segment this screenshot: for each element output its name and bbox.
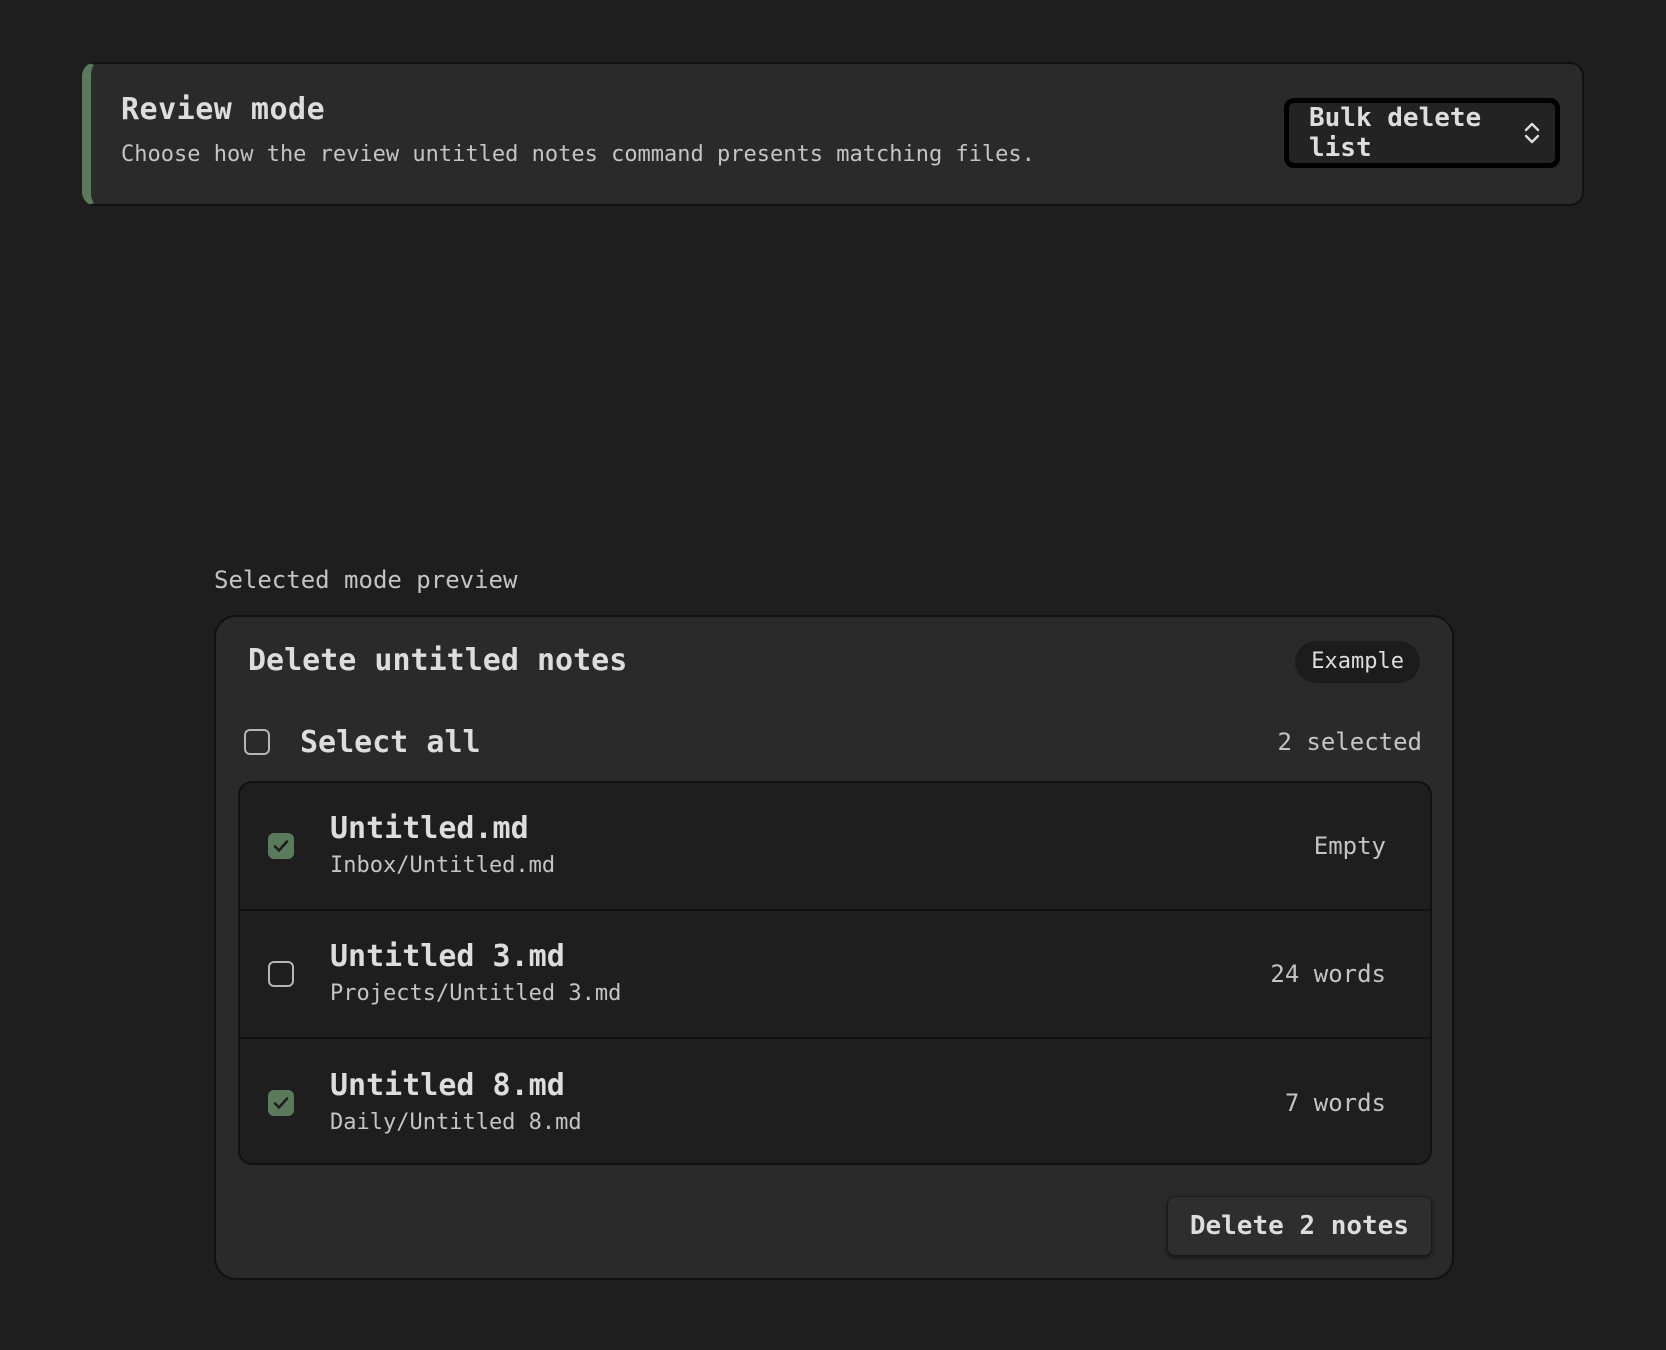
checkmark-icon — [273, 840, 289, 852]
file-meta: 24 words — [1270, 960, 1386, 988]
file-row[interactable]: Untitled 3.md Projects/Untitled 3.md 24 … — [240, 911, 1430, 1039]
example-badge: Example — [1295, 641, 1420, 683]
chevron-up-down-icon — [1524, 122, 1540, 144]
select-all-label[interactable]: Select all — [300, 725, 481, 760]
file-path: Inbox/Untitled.md — [330, 853, 556, 878]
file-row[interactable]: Untitled.md Inbox/Untitled.md Empty — [240, 783, 1430, 911]
file-row[interactable]: Untitled 8.md Daily/Untitled 8.md 7 word… — [240, 1039, 1430, 1163]
file-checkbox[interactable] — [268, 833, 294, 859]
checkmark-icon — [273, 1097, 289, 1109]
setting-item-review-mode: Review mode Choose how the review untitl… — [82, 62, 1584, 206]
file-name: Untitled 3.md — [330, 939, 565, 974]
preview-title: Delete untitled notes — [248, 643, 628, 678]
file-checkbox[interactable] — [268, 1090, 294, 1116]
review-mode-selected-value: Bulk delete list — [1309, 103, 1482, 163]
file-list: Untitled.md Inbox/Untitled.md Empty Unti… — [238, 781, 1432, 1165]
setting-name: Review mode — [121, 92, 326, 127]
preview-card: Delete untitled notes Example Select all… — [214, 615, 1454, 1280]
select-all-checkbox[interactable] — [244, 729, 270, 755]
file-name: Untitled 8.md — [330, 1068, 565, 1103]
select-all-row: Select all 2 selected — [244, 717, 1424, 767]
selected-count: 2 selected — [1277, 728, 1423, 756]
preview-label: Selected mode preview — [214, 566, 518, 594]
review-mode-dropdown[interactable]: Bulk delete list — [1284, 98, 1560, 168]
file-path: Daily/Untitled 8.md — [330, 1110, 582, 1135]
file-path: Projects/Untitled 3.md — [330, 981, 622, 1006]
file-checkbox[interactable] — [268, 961, 294, 987]
setting-description: Choose how the review untitled notes com… — [121, 142, 1035, 167]
file-name: Untitled.md — [330, 811, 529, 846]
file-meta: Empty — [1313, 832, 1386, 860]
delete-notes-button[interactable]: Delete 2 notes — [1166, 1196, 1432, 1256]
file-meta: 7 words — [1284, 1089, 1386, 1117]
